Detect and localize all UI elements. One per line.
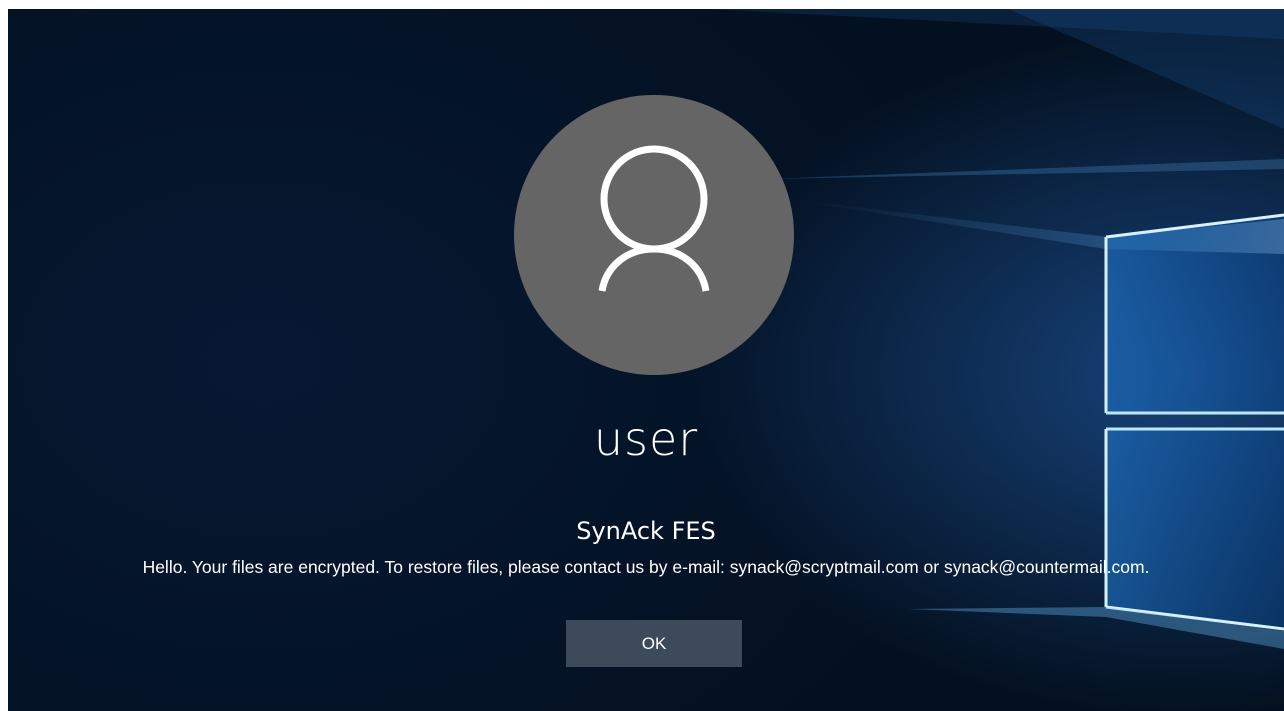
ransom-message: Hello. Your files are encrypted. To rest…	[142, 557, 1150, 577]
lock-screen: user SynAck FES Hello. Your files are en…	[8, 9, 1284, 711]
ok-button[interactable]: OK	[566, 620, 742, 667]
user-avatar	[514, 95, 794, 375]
app-title: SynAck FES	[576, 517, 716, 545]
user-icon	[598, 145, 710, 292]
username-label: user	[593, 412, 699, 466]
